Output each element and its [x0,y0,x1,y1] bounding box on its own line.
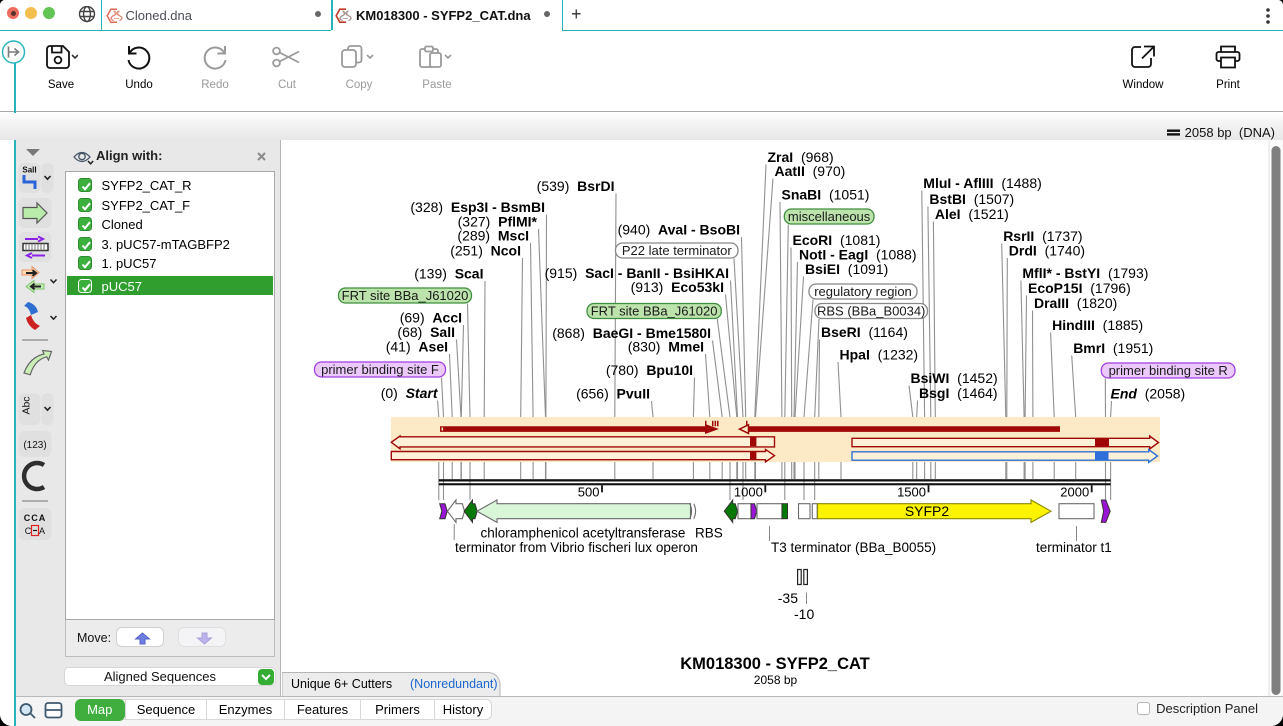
svg-text:AatII (970): AatII (970) [775,163,846,179]
svg-text:primer binding site F: primer binding site F [321,362,439,377]
svg-text:-10: -10 [794,606,814,622]
svg-text:FRT site BBa_J61020: FRT site BBa_J61020 [591,303,718,318]
svg-text:BsgI (1464): BsgI (1464) [919,385,998,401]
svg-text:HpaI (1232): HpaI (1232) [840,347,919,363]
svg-text:(940) AvaI - BsoBI: (940) AvaI - BsoBI [618,222,740,238]
svg-text:Unique 6+ Cutters: Unique 6+ Cutters [291,677,392,691]
svg-text:2058 bp: 2058 bp [754,673,798,687]
svg-text:primer binding site R: primer binding site R [1109,363,1228,378]
svg-text:-35: -35 [778,590,798,606]
svg-text:DraIII (1820): DraIII (1820) [1034,295,1117,311]
svg-text:(41) AseI: (41) AseI [386,339,448,355]
svg-text:(289) MscI: (289) MscI [457,228,529,244]
svg-text:A: A [39,526,45,536]
svg-text:AleI (1521): AleI (1521) [935,206,1009,222]
svg-text:MluI - AflIII (1488): MluI - AflIII (1488) [923,175,1042,191]
svg-text:Abc: Abc [21,396,33,414]
svg-text:MflI* - BstYI (1793): MflI* - BstYI (1793) [1022,265,1148,281]
svg-text:SnaBI (1051): SnaBI (1051) [782,187,870,203]
svg-text:1000: 1000 [734,484,763,499]
svg-text:(539) BsrDI: (539) BsrDI [537,178,615,194]
svg-text:DrdI (1740): DrdI (1740) [1009,243,1085,259]
svg-text:BseRI (1164): BseRI (1164) [821,324,908,340]
svg-text:FRT site BBa_J61020: FRT site BBa_J61020 [342,288,469,303]
svg-text:miscellaneous: miscellaneous [788,209,871,224]
svg-text:(830) MmeI: (830) MmeI [628,339,704,355]
svg-text:(Nonredundant): (Nonredundant) [410,677,498,691]
svg-text:(0) Start: (0) Start [381,385,439,401]
svg-text:regulatory region: regulatory region [814,284,912,299]
svg-text:(913) Eco53kI: (913) Eco53kI [631,279,724,295]
svg-text:1500: 1500 [897,484,926,499]
svg-text:EcoP15I (1796): EcoP15I (1796) [1028,280,1131,296]
svg-text:RBS: RBS [695,526,723,541]
svg-text:C: C [25,526,32,536]
svg-text:terminator from Vibrio fischer: terminator from Vibrio fischeri lux oper… [455,540,698,555]
svg-text:KM018300 - SYFP2_CAT: KM018300 - SYFP2_CAT [680,655,870,673]
svg-text:T3 terminator (BBa_B0055): T3 terminator (BBa_B0055) [771,540,936,555]
svg-text:(780) Bpu10I: (780) Bpu10I [606,362,693,378]
svg-text:SalI: SalI [22,166,36,175]
svg-text:P22 late terminator: P22 late terminator [622,243,733,258]
svg-text:chloramphenicol acetyltransfer: chloramphenicol acetyltransferase [481,526,686,541]
svg-text:2000: 2000 [1060,484,1089,499]
svg-text:SYFP2: SYFP2 [905,503,950,519]
svg-text:BsiWI (1452): BsiWI (1452) [911,370,998,386]
svg-text:(656) PvuII: (656) PvuII [576,386,650,402]
svg-text:BsiEI (1091): BsiEI (1091) [805,261,888,277]
svg-text:BstBI (1507): BstBI (1507) [929,191,1014,207]
svg-text:RBS (BBa_B0034): RBS (BBa_B0034) [817,303,925,318]
svg-text:End (2058): End (2058) [1111,386,1186,402]
svg-text:terminator t1: terminator t1 [1036,540,1112,555]
svg-text:(123): (123) [23,440,46,451]
svg-text:BmrI (1951): BmrI (1951) [1073,340,1153,356]
svg-text:CCA: CCA [24,513,47,523]
svg-text:500: 500 [578,484,600,499]
svg-text:(139) ScaI: (139) ScaI [414,266,483,282]
svg-text:(251) NcoI: (251) NcoI [450,243,521,259]
svg-text:HindIII (1885): HindIII (1885) [1052,317,1143,333]
